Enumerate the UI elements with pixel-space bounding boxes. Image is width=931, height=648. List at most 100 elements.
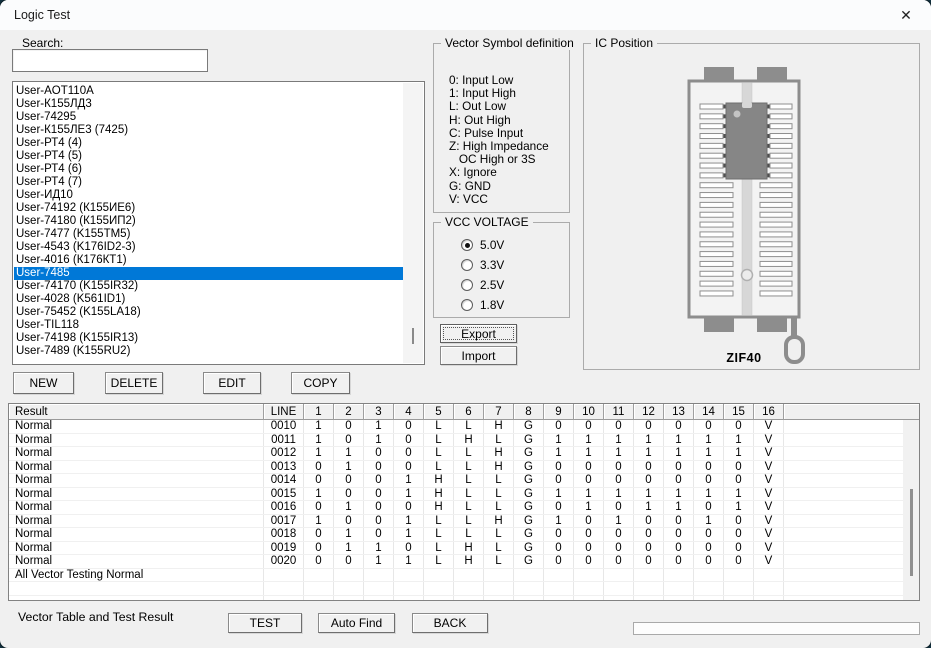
- list-item[interactable]: User-РТ4 (7): [14, 176, 403, 189]
- edit-button[interactable]: EDIT: [203, 372, 261, 394]
- list-item[interactable]: User-РТ4 (4): [14, 137, 403, 150]
- vector-cell: 0: [394, 420, 424, 433]
- vector-cell: [574, 582, 604, 595]
- vector-cell: [394, 582, 424, 595]
- list-item[interactable]: User-7489 (K155RU2): [14, 345, 403, 358]
- list-item[interactable]: User-75452 (K155LA18): [14, 306, 403, 319]
- vector-cell: 0: [574, 555, 604, 568]
- line-cell: 0016: [264, 501, 304, 514]
- device-list-box[interactable]: User-AOT110A User-К155ЛД3 User-74295 User-К…: [12, 81, 425, 365]
- list-item[interactable]: User-TIL118: [14, 319, 403, 332]
- vector-cell: [574, 595, 604, 600]
- radio-icon[interactable]: [461, 239, 473, 251]
- back-button[interactable]: BACK: [412, 613, 488, 633]
- auto-find-button[interactable]: Auto Find: [318, 613, 395, 633]
- table-row[interactable]: [9, 582, 903, 596]
- vector-cell: 0: [724, 528, 754, 541]
- pin-slot: [699, 290, 734, 297]
- line-cell: [264, 568, 304, 581]
- list-scrollbar-track[interactable]: [403, 83, 423, 363]
- vector-cell: 1: [694, 487, 724, 500]
- table-row[interactable]: All Vector Testing Normal: [9, 568, 903, 582]
- table-scrollbar-thumb[interactable]: [910, 489, 913, 576]
- vcc-option-2.5V[interactable]: 2.5V: [461, 275, 504, 295]
- pin-slot: [699, 192, 734, 199]
- pin-slot: [699, 182, 734, 189]
- list-item[interactable]: User-74170 (K155IR32): [14, 280, 403, 293]
- radio-icon[interactable]: [461, 279, 473, 291]
- vector-cell: H: [424, 487, 454, 500]
- vector-cell: L: [424, 541, 454, 554]
- list-item[interactable]: User-74295: [14, 111, 403, 124]
- list-item[interactable]: User-7485: [14, 267, 403, 280]
- line-cell: 0019: [264, 541, 304, 554]
- table-row[interactable]: Normal 0018 0 1 0 1 L L L G 0 0 0 0 0 0 0 V: [9, 528, 903, 542]
- search-input[interactable]: [12, 49, 208, 72]
- test-button[interactable]: TEST: [228, 613, 302, 633]
- list-item[interactable]: User-4028 (K561ID1): [14, 293, 403, 306]
- table-row[interactable]: [9, 595, 903, 600]
- vector-cell: 0: [574, 420, 604, 433]
- list-item[interactable]: User-ИД10: [14, 189, 403, 202]
- list-item[interactable]: User-РТ4 (5): [14, 150, 403, 163]
- table-row[interactable]: Normal 0015 1 0 0 1 H L L G 1 1 1 1 1 1 1 V: [9, 487, 903, 501]
- vector-cell: 1: [544, 447, 574, 460]
- vector-cell: 1: [544, 514, 574, 527]
- import-button[interactable]: Import: [440, 346, 517, 365]
- vector-cell: [724, 595, 754, 600]
- filler-cell: [784, 461, 903, 474]
- list-item[interactable]: User-74180 (К155ИП2): [14, 215, 403, 228]
- column-header: 14: [694, 404, 724, 420]
- vector-cell: 0: [394, 447, 424, 460]
- table-row[interactable]: Normal 0013 0 1 0 0 L L H G 0 0 0 0 0 0 0 V: [9, 460, 903, 474]
- vcc-option-3.3V[interactable]: 3.3V: [461, 255, 504, 275]
- list-item[interactable]: User-РТ4 (6): [14, 163, 403, 176]
- list-item[interactable]: User-74192 (К155ИЕ6): [14, 202, 403, 215]
- list-item[interactable]: User-AOT110A: [14, 85, 403, 98]
- radio-icon[interactable]: [461, 299, 473, 311]
- vector-cell: 0: [334, 555, 364, 568]
- list-item[interactable]: User-К155ЛЕ3 (7425): [14, 124, 403, 137]
- table-row[interactable]: Normal 0014 0 0 0 1 H L L G 0 0 0 0 0 0 0 V: [9, 474, 903, 488]
- close-icon[interactable]: ✕: [889, 0, 923, 30]
- table-row[interactable]: Normal 0019 0 1 1 0 L H L G 0 0 0 0 0 0 0 V: [9, 541, 903, 555]
- list-item[interactable]: User-К155ЛД3: [14, 98, 403, 111]
- vector-cell: L: [424, 447, 454, 460]
- copy-button[interactable]: COPY: [291, 372, 350, 394]
- table-scrollbar-track[interactable]: [903, 420, 919, 600]
- pin1-dot: [733, 110, 741, 118]
- vector-cell: 1: [304, 514, 334, 527]
- vector-cell: 0: [364, 514, 394, 527]
- pin-slot: [699, 260, 734, 267]
- list-item[interactable]: User-4543 (K176ID2-3): [14, 241, 403, 254]
- table-row[interactable]: Normal 0016 0 1 0 0 H L L G 0 1 0 1 1 0 1 V: [9, 501, 903, 515]
- list-item[interactable]: User-74198 (K155IR13): [14, 332, 403, 345]
- delete-button[interactable]: DELETE: [105, 372, 163, 394]
- radio-icon[interactable]: [461, 259, 473, 271]
- vector-cell: V: [754, 514, 784, 527]
- new-button[interactable]: NEW: [13, 372, 74, 394]
- list-item[interactable]: User-4016 (К176КТ1): [14, 254, 403, 267]
- vector-symbol-group-title: Vector Symbol definition: [441, 36, 578, 50]
- vcc-option-1.8V[interactable]: 1.8V: [461, 295, 504, 315]
- table-row[interactable]: Normal 0017 1 0 0 1 L L H G 1 0 1 0 0 1 0 V: [9, 514, 903, 528]
- list-item[interactable]: User-7477 (K155TM5): [14, 228, 403, 241]
- result-cell: Normal: [9, 487, 264, 500]
- vector-cell: L: [484, 501, 514, 514]
- table-row[interactable]: Normal 0020 0 0 1 1 L H L G 0 0 0 0 0 0 0 V: [9, 555, 903, 569]
- vector-cell: V: [754, 447, 784, 460]
- table-row[interactable]: Normal 0011 1 0 1 0 L H L G 1 1 1 1 1 1 1 V: [9, 433, 903, 447]
- column-header: LINE: [264, 404, 304, 420]
- vcc-option-5.0V[interactable]: 5.0V: [461, 235, 504, 255]
- filler-cell: [784, 555, 903, 568]
- list-scrollbar-thumb[interactable]: [412, 328, 414, 344]
- table-row[interactable]: Normal 0010 1 0 1 0 L L H G 0 0 0 0 0 0 0 V: [9, 420, 903, 434]
- vector-cell: [484, 595, 514, 600]
- filler-cell: [784, 569, 903, 582]
- vector-cell: V: [754, 487, 784, 500]
- table-row[interactable]: Normal 0012 1 1 0 0 L L H G 1 1 1 1 1 1 1 V: [9, 447, 903, 461]
- vector-cell: [364, 568, 394, 581]
- export-button[interactable]: Export: [440, 324, 517, 343]
- vector-cell: 0: [604, 420, 634, 433]
- vector-cell: 0: [724, 460, 754, 473]
